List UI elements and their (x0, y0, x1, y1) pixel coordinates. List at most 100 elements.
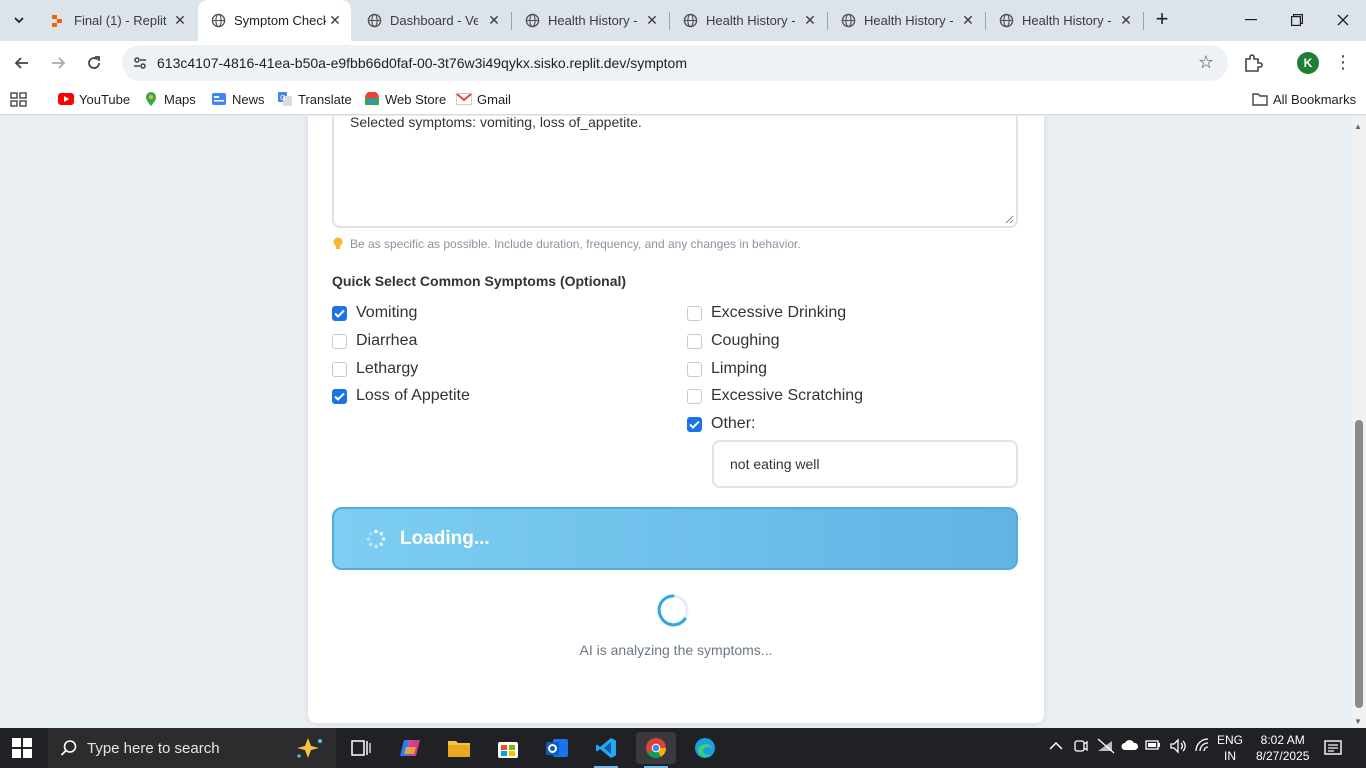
copilot-sparkle-icon[interactable] (294, 737, 324, 759)
page-scrollbar[interactable]: ▲ ▼ (1352, 116, 1366, 728)
bookmark-web-store[interactable]: Web Store (364, 91, 446, 107)
address-bar[interactable]: 613c4107-4816-41ea-b50a-e9fbb66d0faf-00-… (122, 45, 1228, 81)
checkbox-unchecked[interactable] (332, 361, 347, 377)
symptom-form-card: Selected symptoms: vomiting, loss of_app… (308, 116, 1044, 723)
extensions-icon[interactable] (1242, 52, 1264, 74)
checkbox-unchecked[interactable] (332, 333, 347, 349)
checkbox-limping[interactable]: Limping (687, 360, 767, 378)
checkbox-loss-of-appetite[interactable]: Loss of Appetite (332, 387, 470, 405)
file-explorer-icon[interactable] (439, 732, 479, 764)
back-button[interactable] (8, 49, 36, 77)
meet-now-icon[interactable] (1074, 738, 1088, 757)
tab-replit[interactable]: Final (1) - Replit ✕ (38, 0, 196, 41)
checkbox-checked[interactable] (332, 388, 347, 404)
scrollbar-thumb[interactable] (1355, 420, 1363, 708)
restore-button[interactable] (1274, 0, 1320, 40)
tab-symptom-check[interactable]: Symptom Check ✕ (198, 0, 351, 41)
tab-search-button[interactable] (6, 8, 32, 32)
close-tab-icon[interactable]: ✕ (486, 12, 502, 28)
profile-avatar[interactable]: K (1297, 52, 1319, 74)
resize-grip-icon[interactable] (1004, 214, 1014, 224)
minimize-icon (1245, 19, 1257, 21)
checkbox-unchecked[interactable] (687, 388, 702, 404)
edge-icon[interactable] (685, 732, 725, 764)
hint-text: Be as specific as possible. Include dura… (350, 237, 801, 251)
close-tab-icon[interactable]: ✕ (172, 12, 188, 28)
all-bookmarks[interactable]: All Bookmarks (1252, 91, 1356, 107)
close-tab-icon[interactable]: ✕ (644, 12, 660, 28)
close-window-button[interactable] (1320, 0, 1366, 40)
vscode-icon[interactable] (586, 732, 626, 768)
task-view-icon[interactable] (341, 732, 381, 764)
tray-overflow-chevron-icon[interactable] (1049, 738, 1063, 754)
checkbox-lethargy[interactable]: Lethargy (332, 360, 418, 378)
tab-health-history-4[interactable]: Health History - ✕ (986, 0, 1142, 41)
close-tab-icon[interactable]: ✕ (327, 12, 343, 28)
analyze-button-loading[interactable]: Loading... (332, 507, 1018, 570)
microsoft-store-icon[interactable] (488, 732, 528, 764)
clock-time: 8:02 AM (1260, 733, 1305, 747)
notification-center-icon[interactable] (1323, 738, 1343, 758)
checkbox-unchecked[interactable] (687, 361, 702, 377)
site-info-icon[interactable] (130, 53, 150, 73)
wifi-icon[interactable] (1194, 738, 1210, 755)
reload-button[interactable] (80, 49, 108, 77)
scroll-up-icon[interactable]: ▲ (1354, 122, 1362, 131)
copilot-app-icon[interactable] (390, 732, 430, 764)
forward-button[interactable] (44, 49, 72, 77)
restore-icon (1291, 14, 1303, 26)
checkbox-vomiting[interactable]: Vomiting (332, 304, 417, 322)
checkbox-unchecked[interactable] (687, 305, 702, 321)
symptom-description-textarea[interactable]: Selected symptoms: vomiting, loss of_app… (332, 116, 1018, 228)
checkbox-checked[interactable] (332, 305, 347, 321)
tab-health-history-3[interactable]: Health History - ✕ (828, 0, 984, 41)
volume-icon[interactable] (1169, 738, 1187, 757)
checkbox-unchecked[interactable] (687, 333, 702, 349)
check-icon (334, 309, 345, 318)
bookmark-label: Maps (164, 91, 196, 107)
checkbox-checked[interactable] (687, 416, 702, 432)
chevron-down-icon (14, 17, 24, 24)
tab-health-history-2[interactable]: Health History - ✕ (670, 0, 826, 41)
minimize-button[interactable] (1228, 0, 1274, 40)
loading-label: Loading... (400, 527, 490, 549)
tab-health-history-1[interactable]: Health History - ✕ (512, 0, 668, 41)
apps-grid-icon[interactable] (10, 92, 28, 108)
bookmark-label: Gmail (477, 91, 511, 107)
close-tab-icon[interactable]: ✕ (960, 12, 976, 28)
checkbox-excessive-scratching[interactable]: Excessive Scratching (687, 387, 863, 405)
browser-toolbar: 613c4107-4816-41ea-b50a-e9fbb66d0faf-00-… (0, 41, 1366, 85)
folder-icon (1252, 91, 1268, 107)
more-menu-icon[interactable]: ⋮ (1334, 51, 1352, 75)
chrome-icon[interactable] (636, 732, 676, 768)
spinner-icon (657, 594, 689, 627)
checkbox-other[interactable]: Other: (687, 415, 755, 433)
new-tab-button[interactable]: + (1150, 8, 1174, 32)
bookmark-translate[interactable]: G Translate (277, 91, 352, 107)
tab-dashboard[interactable]: Dashboard - Vet ✕ (354, 0, 510, 41)
bookmark-star-icon[interactable]: ☆ (1198, 52, 1214, 73)
checkbox-excessive-drinking[interactable]: Excessive Drinking (687, 304, 846, 322)
network-off-icon[interactable] (1097, 738, 1115, 757)
system-clock[interactable]: 8:02 AM 8/27/2025 (1256, 732, 1309, 764)
outlook-icon[interactable] (537, 732, 577, 764)
close-tab-icon[interactable]: ✕ (1118, 12, 1134, 28)
tab-strip: Final (1) - Replit ✕ Symptom Check ✕ Das… (0, 0, 1366, 41)
close-tab-icon[interactable]: ✕ (802, 12, 818, 28)
close-icon (1337, 14, 1349, 26)
taskbar-search-box[interactable]: Type here to search (48, 728, 336, 768)
bookmark-youtube[interactable]: YouTube (58, 91, 130, 107)
bookmark-gmail[interactable]: Gmail (456, 91, 511, 107)
checkbox-coughing[interactable]: Coughing (687, 332, 780, 350)
all-bookmarks-label: All Bookmarks (1273, 91, 1357, 107)
windows-start-icon[interactable] (12, 738, 32, 758)
input-language-indicator[interactable]: ENG IN (1217, 732, 1243, 764)
checkbox-diarrhea[interactable]: Diarrhea (332, 332, 417, 350)
battery-icon[interactable] (1145, 738, 1161, 755)
scroll-down-icon[interactable]: ▼ (1354, 717, 1362, 726)
other-symptom-input[interactable]: not eating well (712, 440, 1018, 488)
bookmark-maps[interactable]: Maps (143, 91, 196, 107)
bookmark-news[interactable]: News (211, 91, 265, 107)
language-code: ENG (1217, 733, 1244, 747)
onedrive-icon[interactable] (1121, 738, 1139, 754)
